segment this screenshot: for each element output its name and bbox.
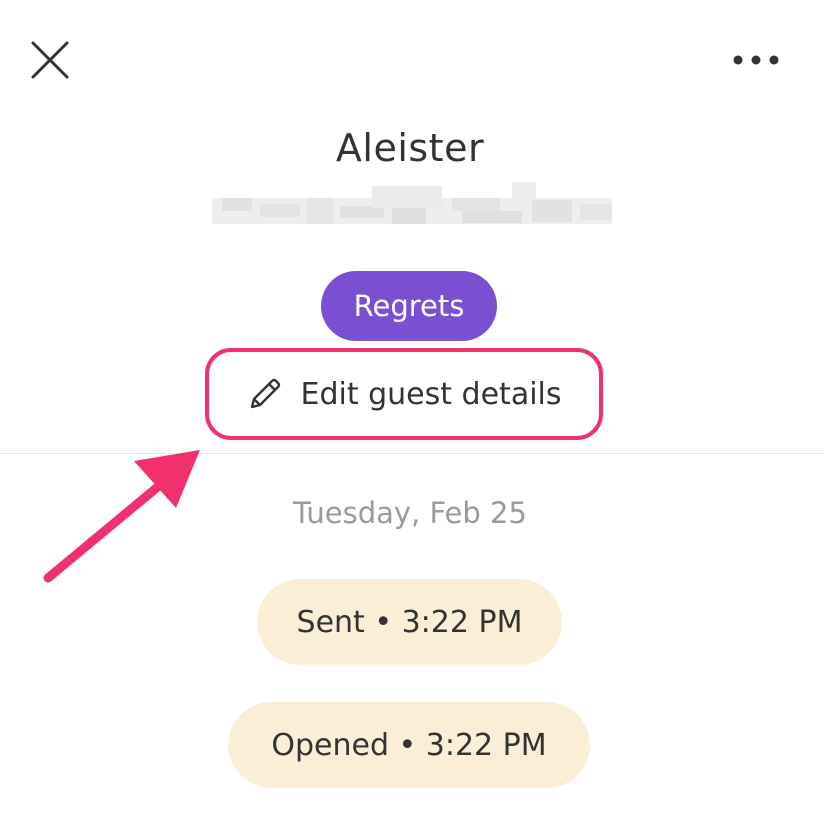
section-divider	[0, 453, 824, 454]
close-icon	[31, 41, 69, 79]
close-button[interactable]	[30, 40, 70, 80]
more-options-button[interactable]	[728, 46, 784, 74]
redacted-email	[212, 178, 612, 236]
activity-opened-pill: Opened • 3:22 PM	[228, 702, 590, 788]
rsvp-status-badge: Regrets	[321, 271, 497, 341]
more-horizontal-icon	[733, 55, 779, 65]
pencil-icon	[251, 378, 281, 409]
activity-sent-pill: Sent • 3:22 PM	[257, 579, 562, 665]
guest-name: Aleister	[335, 126, 485, 170]
edit-guest-details-label: Edit guest details	[300, 376, 562, 412]
edit-guest-details-button[interactable]: Edit guest details	[205, 348, 603, 440]
activity-date: Tuesday, Feb 25	[293, 496, 527, 530]
